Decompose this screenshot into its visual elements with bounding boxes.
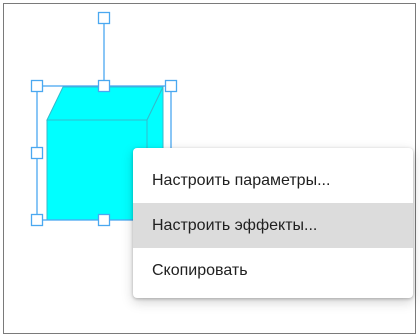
resize-handle-bottom-left[interactable] [30, 213, 44, 227]
menu-item-format-parameters[interactable]: Настроить параметры... [133, 158, 413, 203]
menu-item-copy[interactable]: Скопировать [133, 248, 413, 293]
resize-handle-bottom[interactable] [97, 213, 111, 227]
resize-handle-top[interactable] [97, 79, 111, 93]
context-menu: Настроить параметры... Настроить эффекты… [133, 148, 413, 298]
resize-handle-left[interactable] [30, 146, 44, 160]
rotation-handle[interactable] [97, 11, 111, 25]
cube-front-face [46, 119, 148, 221]
resize-handle-top-right[interactable] [164, 79, 178, 93]
menu-item-format-effects[interactable]: Настроить эффекты... [133, 203, 413, 248]
resize-handle-top-left[interactable] [30, 79, 44, 93]
